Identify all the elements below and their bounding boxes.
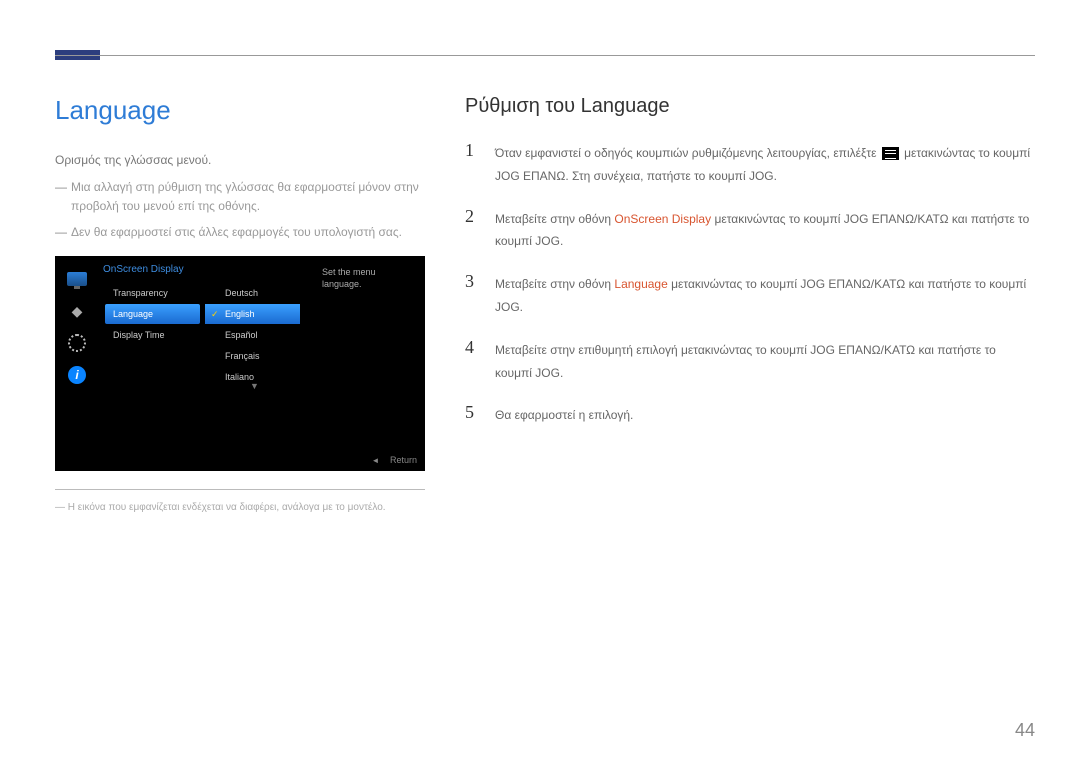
section-heading-config: Ρύθμιση του Language xyxy=(465,95,1035,118)
osd-menu-language: Language xyxy=(105,304,200,324)
step-num-3: 3 xyxy=(465,271,481,292)
osd-lang-espanol: Español xyxy=(205,325,300,345)
bullet-1: Μια αλλαγή στη ρύθμιση της γλώσσας θα εφ… xyxy=(55,178,425,216)
step-1-before: Όταν εμφανιστεί ο οδηγός κουμπιών ρυθμιζ… xyxy=(495,146,876,160)
step-num-4: 4 xyxy=(465,337,481,358)
step-4: 4 Μεταβείτε στην επιθυμητή επιλογή μετακ… xyxy=(465,337,1035,385)
step-num-2: 2 xyxy=(465,206,481,227)
info-icon: i xyxy=(63,361,91,389)
page-content: Language Ορισμός της γλώσσας μενού. Μια … xyxy=(55,95,1035,513)
osd-title: OnScreen Display xyxy=(103,264,184,275)
step-2: 2 Μεταβείτε στην οθόνη OnScreen Display … xyxy=(465,206,1035,254)
header-divider xyxy=(55,55,1035,56)
section-heading-language: Language xyxy=(55,95,425,126)
return-arrow-icon: ◄ xyxy=(372,456,380,465)
osd-menu-primary: Transparency Language Display Time xyxy=(105,283,200,346)
step-3-highlight: Language xyxy=(614,277,667,291)
step-3-before: Μεταβείτε στην οθόνη xyxy=(495,277,611,291)
step-text-1: Όταν εμφανιστεί ο οδηγός κουμπιών ρυθμιζ… xyxy=(495,140,1035,188)
footnote-text: ― Η εικόνα που εμφανίζεται ενδέχεται να … xyxy=(55,502,425,513)
menu-icon xyxy=(882,147,899,160)
step-num-5: 5 xyxy=(465,402,481,423)
down-arrow-icon: ▼ xyxy=(250,381,259,391)
step-5: 5 Θα εφαρμοστεί η επιλογή. xyxy=(465,402,1035,427)
right-column: Ρύθμιση του Language 1 Όταν εμφανιστεί ο… xyxy=(465,95,1035,513)
step-text-5: Θα εφαρμοστεί η επιλογή. xyxy=(495,402,633,427)
osd-menu-displaytime: Display Time xyxy=(105,325,200,345)
footnote-divider xyxy=(55,489,425,490)
left-column: Language Ορισμός της γλώσσας μενού. Μια … xyxy=(55,95,425,513)
osd-return-label: Return xyxy=(390,455,417,465)
definition-text: Ορισμός της γλώσσας μενού. xyxy=(55,151,425,170)
osd-help-text: Set the menu language. xyxy=(322,266,417,291)
osd-lang-english: English xyxy=(205,304,300,324)
osd-menu-languages: Deutsch English Español Français Italian… xyxy=(205,283,300,388)
page-number: 44 xyxy=(1015,720,1035,741)
step-text-3: Μεταβείτε στην οθόνη Language μετακινώντ… xyxy=(495,271,1035,319)
osd-lang-deutsch: Deutsch xyxy=(205,283,300,303)
monitor-icon xyxy=(63,265,91,293)
step-text-4: Μεταβείτε στην επιθυμητή επιλογή μετακιν… xyxy=(495,337,1035,385)
step-1: 1 Όταν εμφανιστεί ο οδηγός κουμπιών ρυθμ… xyxy=(465,140,1035,188)
osd-sidebar: ◆ i xyxy=(60,261,94,466)
osd-screenshot: ◆ i OnScreen Display Transparency Langua… xyxy=(55,256,425,471)
osd-return: ◄ Return xyxy=(372,455,417,465)
step-text-2: Μεταβείτε στην οθόνη OnScreen Display με… xyxy=(495,206,1035,254)
osd-help-line2: language. xyxy=(322,279,362,289)
osd-lang-francais: Français xyxy=(205,346,300,366)
osd-menu-transparency: Transparency xyxy=(105,283,200,303)
step-2-highlight: OnScreen Display xyxy=(614,212,711,226)
step-2-before: Μεταβείτε στην οθόνη xyxy=(495,212,611,226)
arrows-icon: ◆ xyxy=(63,297,91,325)
osd-help-line1: Set the menu xyxy=(322,267,376,277)
step-3: 3 Μεταβείτε στην οθόνη Language μετακινώ… xyxy=(465,271,1035,319)
step-num-1: 1 xyxy=(465,140,481,161)
gear-icon xyxy=(63,329,91,357)
bullet-2: Δεν θα εφαρμοστεί στις άλλες εφαρμογές τ… xyxy=(55,223,425,242)
